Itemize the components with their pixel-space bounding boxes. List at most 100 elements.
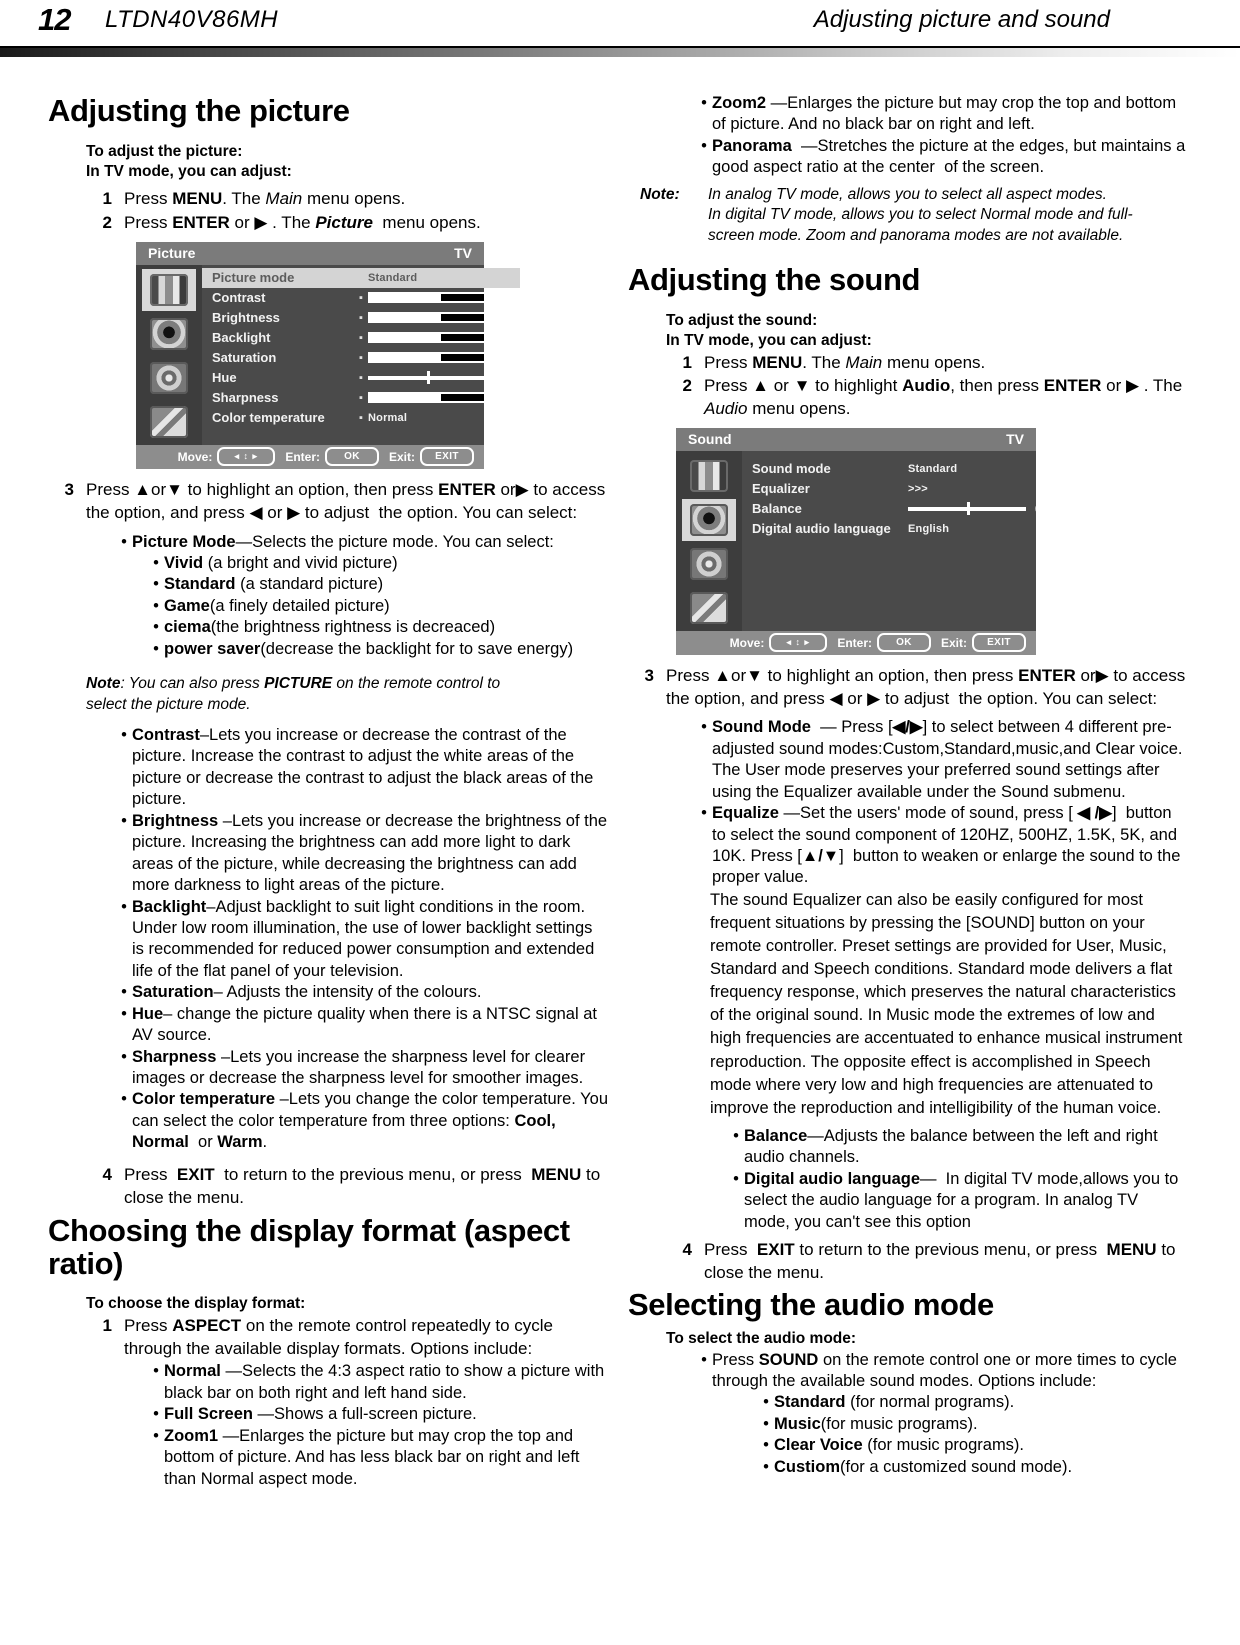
aspect-option-name: Panorama bbox=[712, 136, 792, 155]
osd-option-row[interactable]: Picture mode Standard bbox=[202, 267, 520, 288]
picture-mode-name: ciema bbox=[164, 618, 211, 637]
note-label: Note: bbox=[640, 185, 680, 203]
osd-option-row[interactable]: Equalizer >>> bbox=[742, 479, 1060, 499]
step-text: Press ENTER or ▶ . The Picture menu open… bbox=[124, 213, 481, 233]
osd-slider[interactable] bbox=[368, 392, 486, 404]
osd-icon-picture[interactable] bbox=[682, 455, 736, 497]
aspect-option-name: Zoom1 bbox=[164, 1426, 219, 1445]
bullet-item: • Backlight–Adjust backlight to suit ligh… bbox=[116, 897, 608, 983]
osd-exit-hint: Exit: EXIT bbox=[940, 633, 1026, 653]
aspect-option-name: Zoom2 bbox=[712, 94, 767, 112]
osd-exit-key[interactable]: EXIT bbox=[972, 633, 1026, 653]
audio-mode-name: Music bbox=[774, 1414, 821, 1433]
section-title-audio-mode: Selecting the audio mode bbox=[628, 1286, 994, 1322]
picture-osd-screenshot: Picture TV Picture mode Standard Contrast ▪… bbox=[136, 241, 520, 469]
osd-icon-tools[interactable] bbox=[142, 401, 196, 443]
osd-icon-rail bbox=[136, 264, 202, 445]
osd-exit-label: Exit: bbox=[388, 449, 415, 464]
osd-slider[interactable] bbox=[368, 371, 486, 385]
osd-slider-value: 5 bbox=[495, 330, 502, 345]
osd-option-row[interactable]: Saturation ▪ 50 bbox=[202, 348, 520, 368]
picture-option-term: Contrast bbox=[132, 726, 200, 745]
audio-mode-intro-text: Press SOUND on the remote control one or… bbox=[712, 1350, 1177, 1390]
osd-option-row[interactable]: Balance 0 bbox=[742, 499, 1060, 519]
osd-slider[interactable] bbox=[368, 352, 486, 364]
osd-icon-tools[interactable] bbox=[682, 587, 736, 629]
osd-row-marker: ▪ bbox=[359, 411, 363, 424]
osd-exit-label: Exit: bbox=[940, 635, 967, 650]
osd-slider-value: 50 bbox=[495, 290, 509, 305]
page-header: 12 LTDN40V86MH Adjusting picture and sou… bbox=[0, 0, 1240, 48]
osd-option-row[interactable]: Hue ▪ 0 bbox=[202, 368, 520, 388]
osd-icon-sound[interactable] bbox=[682, 498, 736, 541]
picture-mode-desc: —Selects the picture mode. You can selec… bbox=[235, 532, 554, 551]
osd-enter-label: Enter: bbox=[837, 635, 872, 650]
bullet-description: —Shows a full-screen picture. bbox=[252, 1405, 477, 1424]
osd-slider-value: 50 bbox=[495, 310, 509, 325]
osd-option-row[interactable]: Contrast ▪ 50 bbox=[202, 288, 520, 308]
osd-row-marker: ▪ bbox=[359, 371, 363, 384]
osd-option-row[interactable]: Sharpness ▪ 5 bbox=[202, 388, 520, 408]
bullet-dot: • bbox=[121, 811, 127, 830]
sound-osd-screenshot: Sound TV Sound mode Standard Equalizer >>> B… bbox=[676, 427, 1042, 655]
osd-option-row[interactable]: Digital audio language English bbox=[742, 519, 1060, 539]
step-text: Press ASPECT on the remote control repea… bbox=[124, 1315, 553, 1358]
osd-option-row[interactable]: Backlight ▪ 5 bbox=[202, 328, 520, 348]
bullet-text: Standard (for normal programs). bbox=[774, 1392, 1188, 1413]
bullet-item: • Hue– change the picture quality when t… bbox=[116, 1004, 608, 1047]
bullet-description: –Lets you increase or decrease the contr… bbox=[132, 726, 594, 809]
document-page: 12 LTDN40V86MH Adjusting picture and sou… bbox=[0, 0, 1240, 1645]
step-number: 1 bbox=[102, 189, 112, 209]
bullet-text: Digital audio language— In digital TV mo… bbox=[744, 1169, 1188, 1233]
osd-ok-key[interactable]: OK bbox=[324, 447, 379, 467]
osd-slider[interactable] bbox=[908, 502, 1026, 516]
osd-ok-key[interactable]: OK bbox=[876, 633, 931, 653]
sound-option-term: Equalize bbox=[712, 804, 779, 823]
osd-slider[interactable] bbox=[368, 332, 486, 344]
intro-select-audio-mode: To select the audio mode: bbox=[666, 1330, 857, 1348]
aspect-options-list: • Normal —Selects the 4:3 aspect ratio to… bbox=[148, 1361, 608, 1490]
osd-exit-key[interactable]: EXIT bbox=[420, 447, 474, 467]
osd-slider[interactable] bbox=[368, 312, 486, 324]
bullet-item: • Contrast–Lets you increase or decrease … bbox=[116, 725, 608, 811]
section-title-adjusting-sound: Adjusting the sound bbox=[628, 262, 921, 298]
step-item: 2 Press ENTER or ▶ . The Picture menu op… bbox=[86, 212, 608, 235]
osd-move-key[interactable]: ◂ ↕ ▸ bbox=[217, 447, 276, 467]
bullet-item: • Zoom1 —Enlarges the picture but may cro… bbox=[148, 1426, 608, 1490]
osd-icon-settings[interactable] bbox=[682, 543, 736, 585]
osd-slider[interactable] bbox=[368, 292, 486, 304]
bullet-text: Zoom2 —Enlarges the picture but may crop… bbox=[712, 93, 1188, 136]
bullet-dot: • bbox=[701, 94, 707, 112]
osd-enter-label: Enter: bbox=[285, 449, 320, 464]
bullet-text: Contrast–Lets you increase or decrease t… bbox=[132, 725, 608, 811]
osd-enter-hint: Enter: OK bbox=[285, 447, 379, 467]
section-title-adjusting-picture: Adjusting the picture bbox=[48, 93, 350, 128]
osd-option-row[interactable]: Color temperature ▪ Normal bbox=[202, 408, 520, 428]
bullet-description: (decrease the backlight for to save ener… bbox=[260, 639, 574, 658]
bullet-text: Music(for music programs). bbox=[774, 1414, 1188, 1435]
osd-body: Picture mode Standard Contrast ▪ 50 Brightnes… bbox=[136, 264, 520, 445]
osd-option-label: Color temperature bbox=[212, 410, 325, 426]
osd-row-marker: ▪ bbox=[359, 311, 363, 324]
bullet-item: • Sharpness –Lets you increase the sharpn… bbox=[116, 1047, 608, 1090]
osd-option-label: Sound mode bbox=[752, 461, 831, 477]
step-item-3-sound: 3 Press ▲or▼ to highlight an option, the… bbox=[628, 665, 1188, 711]
bullet-description: —Selects the 4:3 aspect ratio to show a … bbox=[164, 1362, 605, 1402]
term-picture-mode: Picture Mode bbox=[132, 532, 236, 551]
intro-tv-mode: In TV mode, you can adjust: bbox=[86, 163, 292, 180]
step-item: 1 Press MENU. The Main menu opens. bbox=[666, 352, 1188, 375]
osd-icon-picture[interactable] bbox=[142, 268, 196, 311]
osd-icon-sound[interactable] bbox=[142, 313, 196, 355]
bullet-text: Vivid (a bright and vivid picture) bbox=[164, 553, 608, 574]
osd-move-label: Move: bbox=[729, 635, 765, 650]
intro-tv-mode-sound: In TV mode, you can adjust: bbox=[666, 332, 872, 350]
osd-move-key[interactable]: ◂ ↕ ▸ bbox=[769, 633, 828, 653]
bullet-item: • Brightness –Lets you increase or decrea… bbox=[116, 811, 608, 897]
bullet-description: (a finely detailed picture) bbox=[209, 596, 390, 615]
osd-option-list: Picture mode Standard Contrast ▪ 50 Brightnes… bbox=[202, 265, 520, 445]
osd-option-row[interactable]: Brightness ▪ 50 bbox=[202, 308, 520, 328]
osd-icon-settings[interactable] bbox=[142, 357, 196, 399]
osd-option-row[interactable]: Sound mode Standard bbox=[742, 459, 1060, 479]
osd-option-label: Backlight bbox=[212, 330, 271, 346]
bullet-dot: • bbox=[701, 718, 707, 737]
